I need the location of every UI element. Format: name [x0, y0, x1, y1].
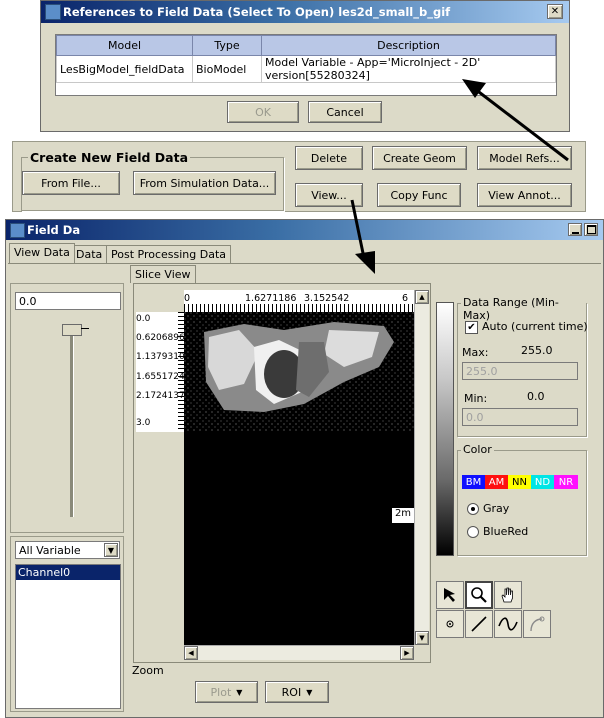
tab-view-data[interactable]: View Data — [9, 243, 75, 263]
annotation-arrows — [350, 79, 569, 274]
tab-slice-view[interactable]: Slice View — [130, 265, 196, 283]
